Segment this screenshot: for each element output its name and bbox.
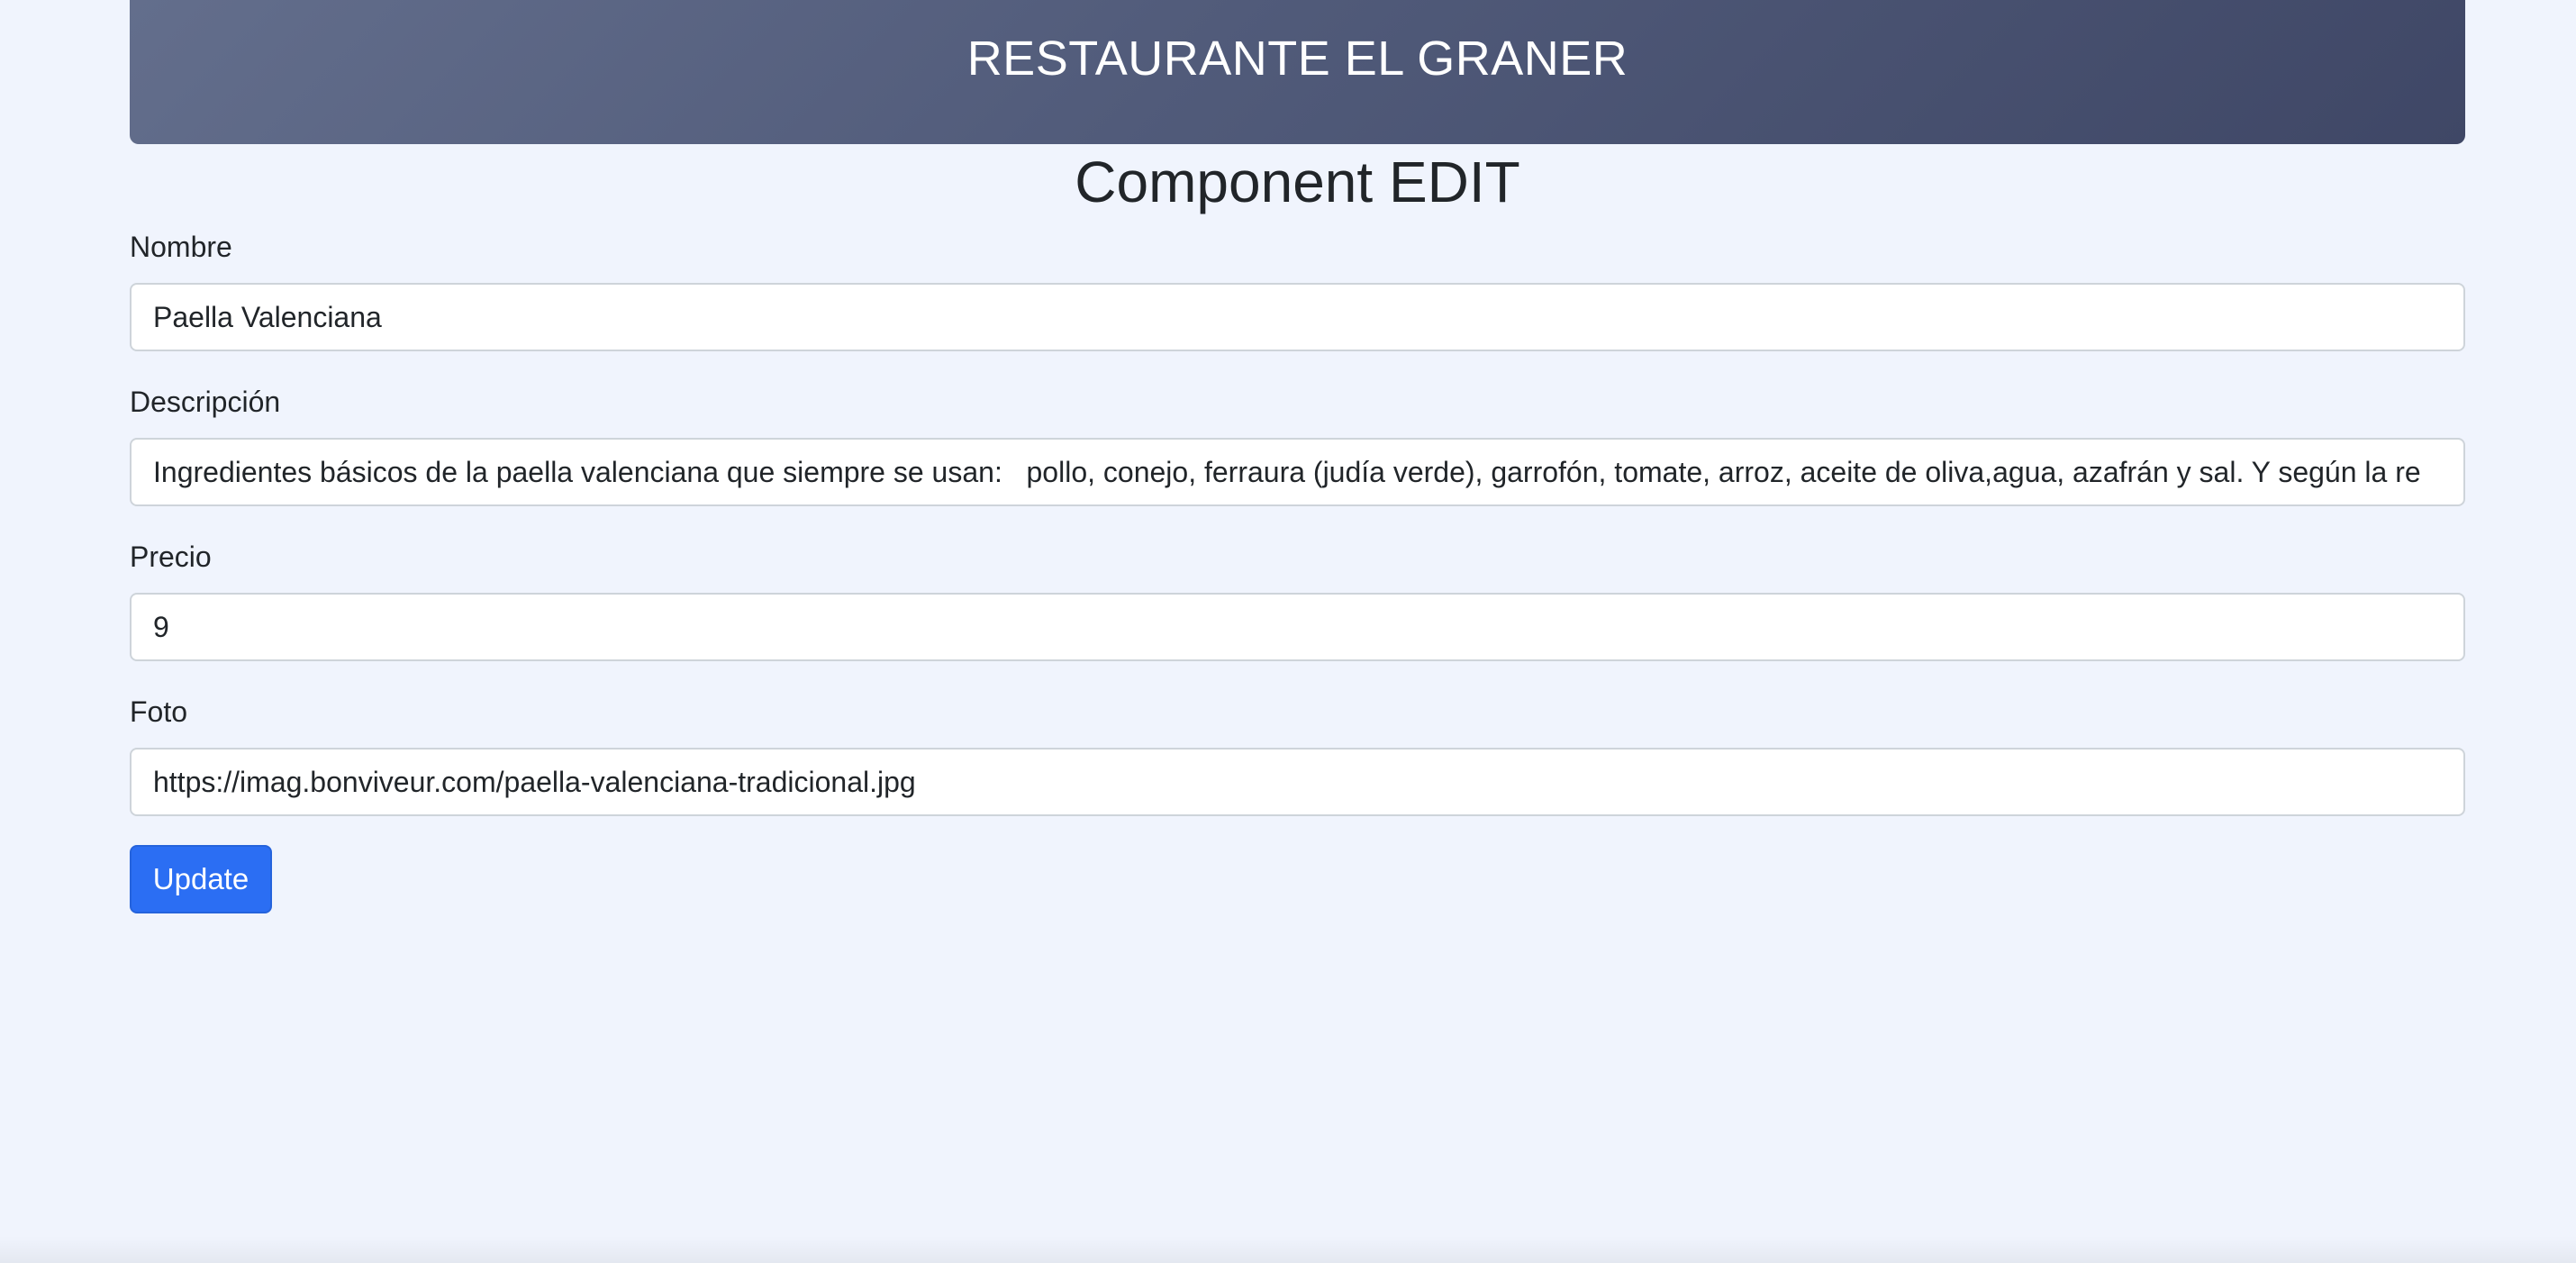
restaurant-title: RESTAURANTE EL GRANER <box>966 32 1628 86</box>
update-button[interactable]: Update <box>130 845 272 913</box>
nombre-label: Nombre <box>130 231 232 263</box>
precio-input[interactable] <box>130 593 2465 661</box>
precio-label: Precio <box>130 541 212 573</box>
bottom-shadow <box>0 1236 2576 1263</box>
foto-label: Foto <box>130 695 188 728</box>
precio-group: Precio <box>130 539 2465 661</box>
foto-input[interactable] <box>130 748 2465 816</box>
page-title: Component EDIT <box>1075 150 1520 214</box>
foto-group: Foto <box>130 694 2465 816</box>
nombre-group: Nombre <box>130 229 2465 351</box>
edit-form: Nombre Descripción Precio Foto Update <box>130 229 2465 913</box>
main-container: RESTAURANTE EL GRANER Component EDIT Nom… <box>130 0 2465 913</box>
descripcion-label: Descripción <box>130 386 281 418</box>
descripcion-input[interactable] <box>130 438 2465 506</box>
descripcion-group: Descripción <box>130 384 2465 506</box>
nombre-input[interactable] <box>130 283 2465 351</box>
site-header: RESTAURANTE EL GRANER <box>130 0 2465 144</box>
